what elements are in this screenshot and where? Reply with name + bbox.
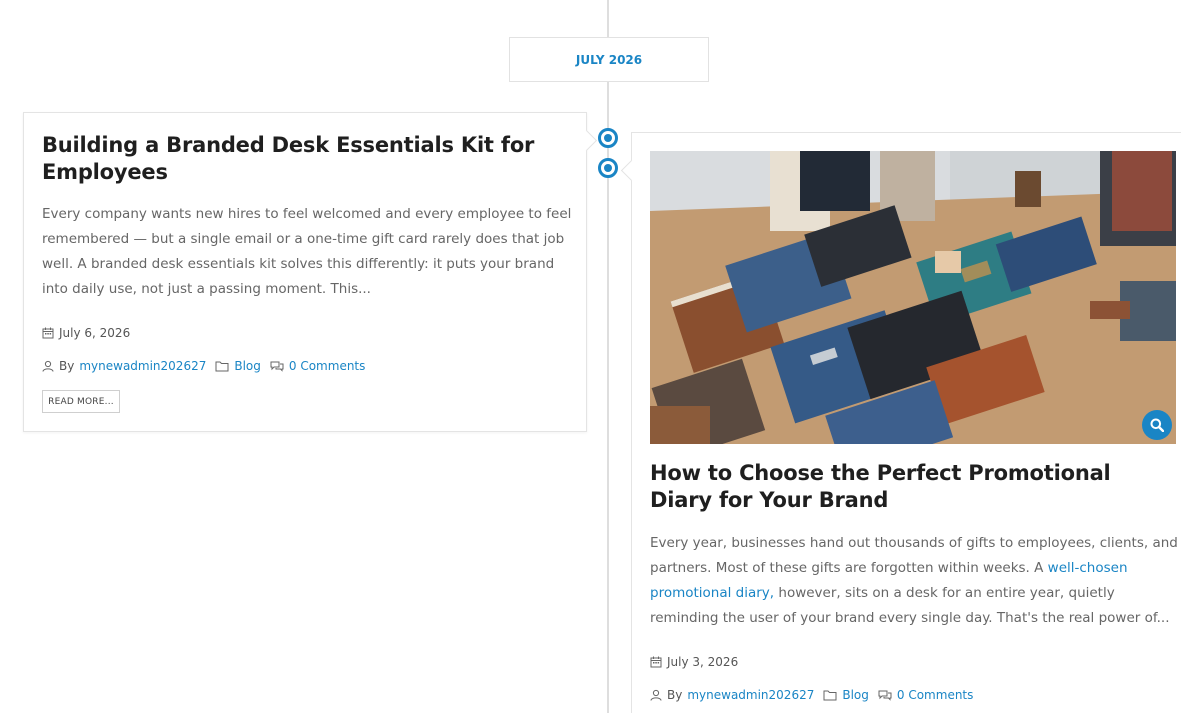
- comments-link[interactable]: 0 Comments: [289, 359, 366, 373]
- timeline-dot-icon: [598, 158, 618, 178]
- read-more-button[interactable]: READ MORE...: [42, 390, 120, 413]
- post-meta: By mynewadmin202627 Blog 0 Comments: [650, 688, 973, 702]
- folder-icon: [215, 361, 229, 372]
- comments-icon: [270, 361, 284, 372]
- post-date: July 6, 2026: [42, 326, 130, 340]
- post-date-text: July 3, 2026: [667, 655, 739, 669]
- category-link[interactable]: Blog: [842, 688, 869, 702]
- notebooks-photo: [650, 151, 1176, 444]
- timeline-line: [607, 0, 609, 713]
- user-icon: [650, 689, 662, 701]
- zoom-button[interactable]: [1142, 410, 1172, 440]
- post-image[interactable]: [650, 151, 1176, 444]
- post-date-text: July 6, 2026: [59, 326, 131, 340]
- post-card: How to Choose the Perfect Promotional Di…: [631, 132, 1181, 713]
- author-link[interactable]: mynewadmin202627: [687, 688, 814, 702]
- timeline-dot-icon: [598, 128, 618, 148]
- post-date: July 3, 2026: [650, 655, 738, 669]
- by-label: By: [667, 688, 683, 702]
- user-icon: [42, 360, 54, 372]
- by-label: By: [59, 359, 75, 373]
- author-link[interactable]: mynewadmin202627: [79, 359, 206, 373]
- comments-icon: [878, 690, 892, 701]
- calendar-icon: [650, 656, 662, 668]
- post-title[interactable]: How to Choose the Perfect Promotional Di…: [650, 460, 1170, 514]
- post-meta: By mynewadmin202627 Blog 0 Comments: [42, 359, 365, 373]
- post-excerpt: Every company wants new hires to feel we…: [42, 206, 572, 297]
- folder-icon: [823, 690, 837, 701]
- calendar-icon: [42, 327, 54, 339]
- magnifier-icon: [1150, 418, 1164, 432]
- category-link[interactable]: Blog: [234, 359, 261, 373]
- month-label: JULY 2026: [509, 37, 709, 82]
- post-excerpt: Every year, businesses hand out thousand…: [650, 531, 1180, 631]
- post-title[interactable]: Building a Branded Desk Essentials Kit f…: [42, 132, 562, 186]
- comments-link[interactable]: 0 Comments: [897, 688, 974, 702]
- post-card: Building a Branded Desk Essentials Kit f…: [23, 112, 587, 432]
